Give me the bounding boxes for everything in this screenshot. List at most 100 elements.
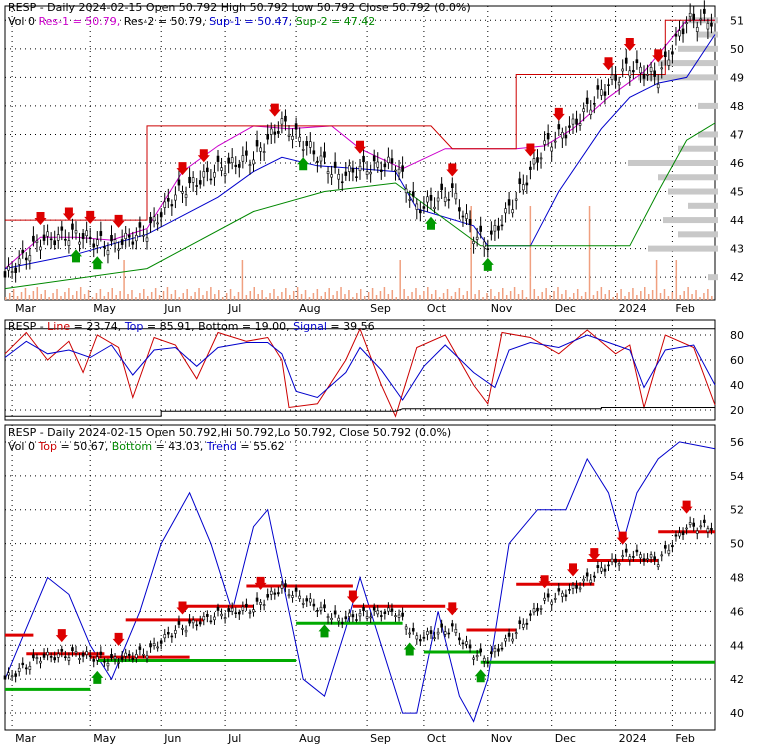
volume-bar (498, 292, 500, 300)
candle-body (227, 608, 230, 612)
candle-body (81, 652, 85, 657)
candle-body (667, 59, 671, 66)
candle-body (610, 74, 614, 80)
candle-body (49, 656, 53, 658)
candle-body (67, 240, 71, 246)
candle-body (521, 184, 525, 191)
candle-body (308, 598, 312, 603)
volume-bar (241, 260, 244, 300)
volume-bar (671, 292, 674, 300)
y-tick-label: 20 (730, 404, 744, 417)
candle-body (461, 215, 465, 218)
volume-bar (194, 292, 196, 300)
candle-body (514, 198, 518, 201)
volume-bar (273, 289, 275, 300)
volume-bar (296, 287, 299, 300)
candle-body (397, 168, 401, 174)
y-tick-label: 52 (730, 504, 744, 517)
volume-bar (150, 292, 153, 300)
volume-profile-bar (678, 145, 718, 152)
volume-bar (32, 291, 35, 300)
candle-body (628, 70, 632, 77)
volume-profile-bar (668, 188, 718, 195)
candle-body (174, 194, 177, 201)
candle-body (273, 131, 277, 135)
candle-body (585, 97, 589, 104)
x-tick-label: Aug (299, 302, 320, 315)
candle-body (575, 584, 578, 589)
volume-bar (462, 295, 465, 300)
volume-bar (44, 290, 46, 300)
candle-body (479, 648, 483, 653)
candle-body (539, 608, 543, 610)
volume-bar (557, 287, 559, 300)
volume-bar (458, 288, 461, 300)
candle-body (99, 651, 103, 655)
candle-body (404, 626, 408, 630)
volume-bar (541, 292, 543, 300)
candle-body (298, 595, 301, 599)
candle-body (678, 30, 681, 37)
candle-body (490, 230, 493, 235)
candle-body (135, 234, 138, 242)
candle-body (323, 151, 326, 158)
candle-body (298, 136, 301, 142)
candle-body (663, 545, 667, 549)
candle-body (113, 239, 117, 244)
legend-part: Res-1 = 50.79, (38, 15, 123, 28)
volume-bar (229, 289, 232, 300)
candle-body (88, 655, 92, 657)
candle-body (17, 258, 21, 265)
candle-body (351, 614, 355, 618)
candle-body (674, 33, 678, 37)
candle-body (518, 178, 522, 185)
candle-body (564, 594, 568, 597)
candle-body (411, 191, 415, 197)
candle-body (596, 85, 600, 90)
candle-body (557, 124, 561, 130)
volume-bar (344, 294, 346, 300)
candle-body (138, 222, 142, 228)
candle-body (213, 616, 216, 621)
candle-body (536, 607, 539, 612)
volume-bar (162, 291, 165, 300)
candle-body (663, 51, 667, 58)
candle-body (660, 554, 664, 557)
candle-body (706, 528, 710, 533)
volume-bar (257, 294, 259, 300)
volume-bar (576, 289, 579, 300)
volume-bar (699, 297, 701, 300)
volume-bar (12, 289, 15, 300)
candle-body (525, 622, 529, 625)
legend-part: = 39.56 (327, 320, 375, 333)
candle-body (564, 134, 568, 139)
candle-body (450, 183, 454, 188)
candle-body (46, 231, 49, 237)
candle-body (348, 612, 351, 617)
candle-body (170, 204, 174, 207)
candle-body (475, 236, 479, 240)
candle-body (234, 164, 238, 167)
candle-body (504, 638, 507, 642)
candle-body (14, 673, 17, 677)
candle-body (529, 613, 532, 616)
volume-bar (182, 293, 184, 300)
candle-body (401, 612, 404, 617)
legend-part: Vol 0 (8, 15, 38, 28)
candle-body (67, 657, 71, 661)
candle-body (372, 155, 376, 162)
volume-bar (91, 297, 94, 300)
volume-bar (36, 287, 39, 300)
volume-bar (328, 288, 330, 300)
candle-body (152, 643, 156, 647)
volume-bar (308, 297, 311, 300)
candle-body (42, 653, 46, 658)
candle-body (642, 73, 646, 79)
candle-body (426, 196, 429, 203)
candle-body (195, 624, 198, 627)
candle-body (245, 603, 248, 608)
candle-body (53, 240, 57, 246)
volume-bar (442, 293, 445, 300)
candle-body (333, 161, 337, 168)
y-tick-label: 46 (730, 605, 744, 618)
